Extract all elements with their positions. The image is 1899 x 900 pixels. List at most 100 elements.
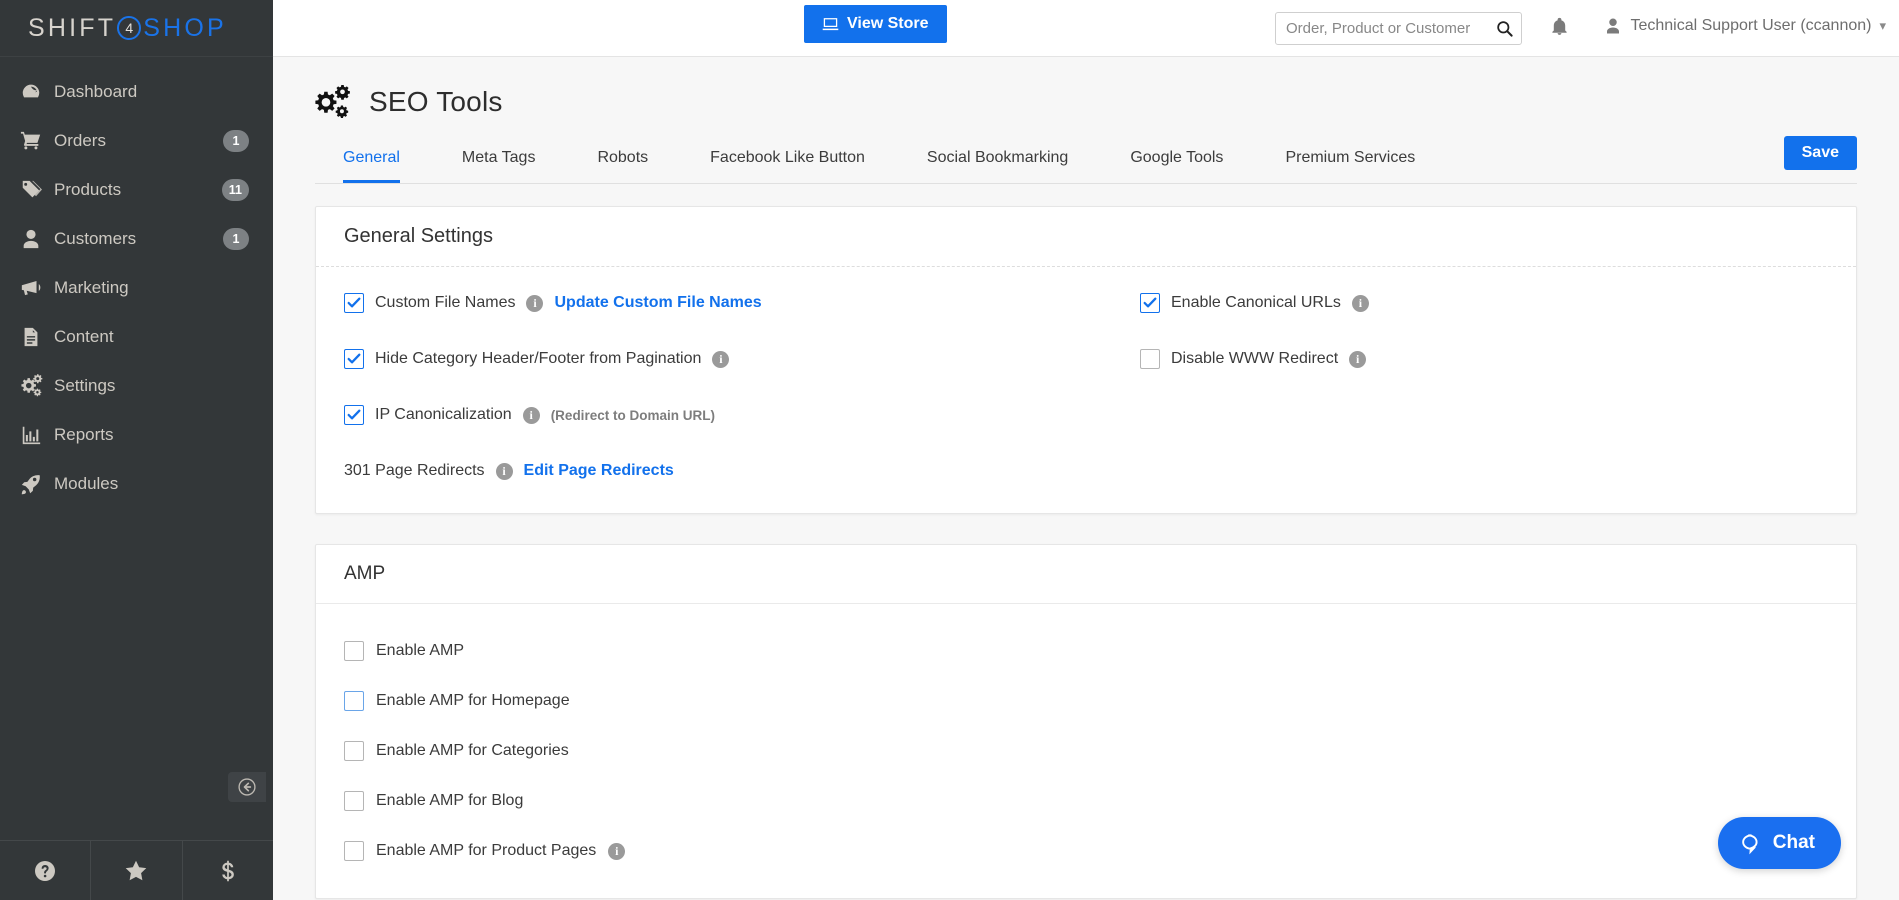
amp-body: Enable AMP Enable AMP for Homepage Enabl…	[316, 604, 1856, 898]
sidebar-item-products[interactable]: Products 11	[0, 165, 273, 214]
user-icon	[20, 228, 54, 250]
custom-file-names-checkbox[interactable]	[344, 293, 364, 313]
tab-premium-services[interactable]: Premium Services	[1285, 139, 1415, 183]
disable-www-redirect-checkbox[interactable]	[1140, 349, 1160, 369]
tab-general[interactable]: General	[343, 139, 400, 183]
tab-social-bookmarking[interactable]: Social Bookmarking	[927, 139, 1068, 183]
sidebar-item-dashboard[interactable]: Dashboard	[0, 67, 273, 116]
enable-amp-product-pages-row: Enable AMP for Product Pages i	[344, 838, 1828, 864]
ip-canonicalization-checkbox[interactable]	[344, 405, 364, 425]
enable-amp-categories-checkbox[interactable]	[344, 741, 364, 761]
enable-amp-blog-row: Enable AMP for Blog	[344, 788, 1828, 814]
enable-amp-label: Enable AMP	[376, 642, 464, 660]
info-icon[interactable]: i	[608, 843, 625, 860]
logo-shop: SHOP	[143, 14, 227, 43]
page-title: SEO Tools	[369, 86, 503, 118]
sidebar-footer-help[interactable]	[0, 841, 91, 900]
sidebar-item-reports[interactable]: Reports	[0, 410, 273, 459]
search-input[interactable]	[1276, 20, 1495, 37]
enable-amp-homepage-checkbox[interactable]	[344, 691, 364, 711]
sidebar-collapse-button[interactable]	[228, 772, 266, 802]
sidebar-item-label: Products	[54, 180, 222, 200]
sidebar-item-settings[interactable]: Settings	[0, 361, 273, 410]
star-icon	[123, 858, 149, 884]
general-settings-right-column: Enable Canonical URLs i Disable WWW Redi…	[1086, 287, 1828, 487]
ip-canonicalization-note: (Redirect to Domain URL)	[551, 408, 715, 423]
logo-shift: SHIFT	[28, 14, 116, 43]
enable-amp-blog-checkbox[interactable]	[344, 791, 364, 811]
info-icon[interactable]: i	[1349, 351, 1366, 368]
sidebar-badge-orders: 1	[223, 130, 249, 152]
sidebar-item-content[interactable]: Content	[0, 312, 273, 361]
chat-button[interactable]: Chat	[1718, 817, 1841, 869]
bar-chart-icon	[20, 424, 54, 446]
app-root: SHIFT 4 SHOP Dashboard Orders 1	[0, 0, 1899, 900]
enable-amp-product-pages-checkbox[interactable]	[344, 841, 364, 861]
main-area: View Store Tec	[273, 0, 1899, 900]
general-settings-heading: General Settings	[316, 207, 1856, 267]
logo-text: SHIFT 4 SHOP	[28, 14, 227, 43]
general-settings-panel: General Settings Custom File Names i Upd…	[315, 206, 1857, 514]
sidebar-nav: Dashboard Orders 1 Products 11	[0, 57, 273, 508]
info-icon[interactable]: i	[1352, 295, 1369, 312]
edit-page-redirects-link[interactable]: Edit Page Redirects	[524, 462, 674, 480]
sidebar-item-label: Customers	[54, 229, 223, 249]
ip-canonicalization-label: IP Canonicalization	[375, 406, 512, 424]
sidebar-footer-favorites[interactable]	[91, 841, 182, 900]
gears-icon	[20, 374, 54, 397]
chevron-down-icon: ▾	[1879, 18, 1886, 34]
enable-amp-homepage-label: Enable AMP for Homepage	[376, 692, 570, 710]
document-icon	[20, 326, 54, 348]
general-settings-body: Custom File Names i Update Custom File N…	[316, 267, 1856, 513]
help-circle-icon	[33, 859, 57, 883]
page-redirects-label: 301 Page Redirects	[344, 462, 485, 480]
update-custom-file-names-link[interactable]: Update Custom File Names	[554, 294, 761, 312]
tab-google-tools[interactable]: Google Tools	[1130, 139, 1223, 183]
hide-category-header-footer-checkbox[interactable]	[344, 349, 364, 369]
bell-icon	[1550, 17, 1569, 37]
tab-facebook-like-button[interactable]: Facebook Like Button	[710, 139, 865, 183]
enable-amp-categories-row: Enable AMP for Categories	[344, 738, 1828, 764]
sidebar-badge-products: 11	[222, 179, 249, 201]
view-store-button[interactable]: View Store	[804, 5, 947, 43]
sidebar: SHIFT 4 SHOP Dashboard Orders 1	[0, 0, 273, 900]
dashboard-icon	[20, 81, 54, 103]
enable-amp-row: Enable AMP	[344, 638, 1828, 664]
info-icon[interactable]: i	[526, 295, 543, 312]
notifications-button[interactable]	[1550, 17, 1569, 37]
tab-robots[interactable]: Robots	[597, 139, 648, 183]
sidebar-footer-billing[interactable]	[183, 841, 273, 900]
rocket-icon	[20, 473, 54, 495]
enable-amp-blog-label: Enable AMP for Blog	[376, 792, 523, 810]
page-header: SEO Tools Save General Meta Tags Robots …	[273, 57, 1899, 184]
user-name-label: Technical Support User (ccannon)	[1630, 17, 1871, 35]
enable-amp-checkbox[interactable]	[344, 641, 364, 661]
user-menu[interactable]: Technical Support User (ccannon) ▾	[1604, 17, 1886, 35]
tab-meta-tags[interactable]: Meta Tags	[462, 139, 536, 183]
global-search[interactable]	[1275, 12, 1522, 45]
sidebar-badge-customers: 1	[223, 228, 249, 250]
sidebar-item-label: Content	[54, 327, 249, 347]
info-icon[interactable]: i	[523, 407, 540, 424]
sidebar-item-label: Marketing	[54, 278, 249, 298]
enable-canonical-urls-label: Enable Canonical URLs	[1171, 294, 1341, 312]
custom-file-names-row: Custom File Names i Update Custom File N…	[344, 287, 1086, 319]
sidebar-item-customers[interactable]: Customers 1	[0, 214, 273, 263]
search-icon[interactable]	[1495, 19, 1524, 38]
enable-canonical-urls-row: Enable Canonical URLs i	[1140, 287, 1828, 319]
sidebar-footer	[0, 840, 273, 900]
view-store-label: View Store	[847, 15, 929, 33]
arrow-left-circle-icon	[237, 777, 257, 797]
info-icon[interactable]: i	[712, 351, 729, 368]
enable-canonical-urls-checkbox[interactable]	[1140, 293, 1160, 313]
tag-icon	[20, 179, 54, 201]
general-settings-left-column: Custom File Names i Update Custom File N…	[344, 287, 1086, 487]
brand-logo[interactable]: SHIFT 4 SHOP	[0, 0, 273, 57]
sidebar-item-modules[interactable]: Modules	[0, 459, 273, 508]
sidebar-item-marketing[interactable]: Marketing	[0, 263, 273, 312]
info-icon[interactable]: i	[496, 463, 513, 480]
sidebar-item-orders[interactable]: Orders 1	[0, 116, 273, 165]
amp-panel: AMP Enable AMP Enable AMP for Homepage	[315, 544, 1857, 899]
save-button[interactable]: Save	[1784, 136, 1857, 170]
dollar-icon	[215, 858, 241, 884]
